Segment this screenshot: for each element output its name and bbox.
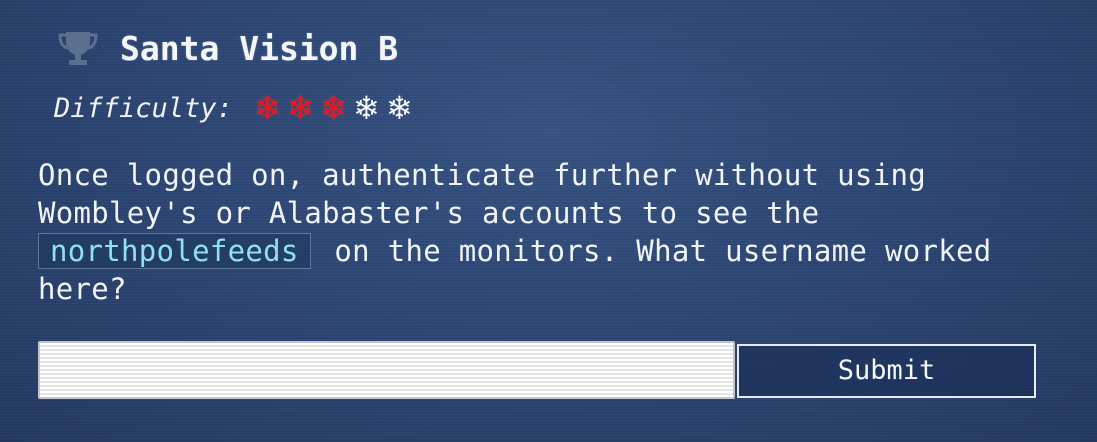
question-text-start: Once logged on, authenticate further wit…	[38, 158, 926, 230]
objective-panel: Santa Vision B Difficulty: ❄ ❄ ❄ ❄ ❄ Once lo…	[0, 0, 1097, 442]
objective-title: Santa Vision B	[120, 28, 399, 68]
submit-button[interactable]: Submit	[737, 344, 1036, 398]
snowflake-filled-icon: ❄	[253, 89, 281, 127]
difficulty-rating: ❄ ❄ ❄ ❄ ❄	[251, 92, 416, 124]
snowflake-filled-icon: ❄	[319, 89, 347, 127]
code-term: northpolefeeds	[38, 233, 311, 269]
answer-input[interactable]	[38, 341, 735, 399]
snowflake-empty-icon: ❄	[352, 89, 380, 127]
snowflake-empty-icon: ❄	[385, 89, 413, 127]
difficulty-row: Difficulty: ❄ ❄ ❄ ❄ ❄	[54, 88, 416, 128]
objective-question: Once logged on, authenticate further wit…	[38, 156, 1048, 308]
snowflake-filled-icon: ❄	[286, 89, 314, 127]
trophy-icon	[56, 28, 100, 68]
difficulty-label: Difficulty:	[54, 92, 233, 124]
objective-header: Santa Vision B	[56, 26, 398, 70]
